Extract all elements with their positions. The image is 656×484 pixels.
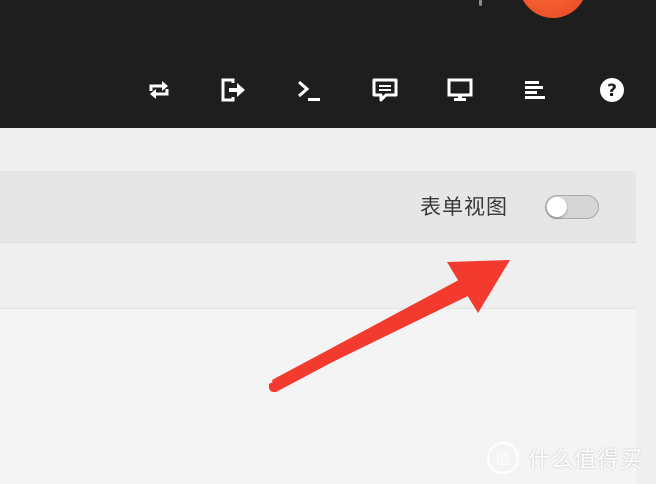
svg-text:值: 值 (495, 449, 511, 468)
watermark-logo: 值 (486, 441, 520, 475)
annotation-arrow (268, 260, 510, 393)
watermark: 值 什么值得买 (486, 440, 643, 476)
watermark-text: 什么值得买 (528, 448, 644, 473)
